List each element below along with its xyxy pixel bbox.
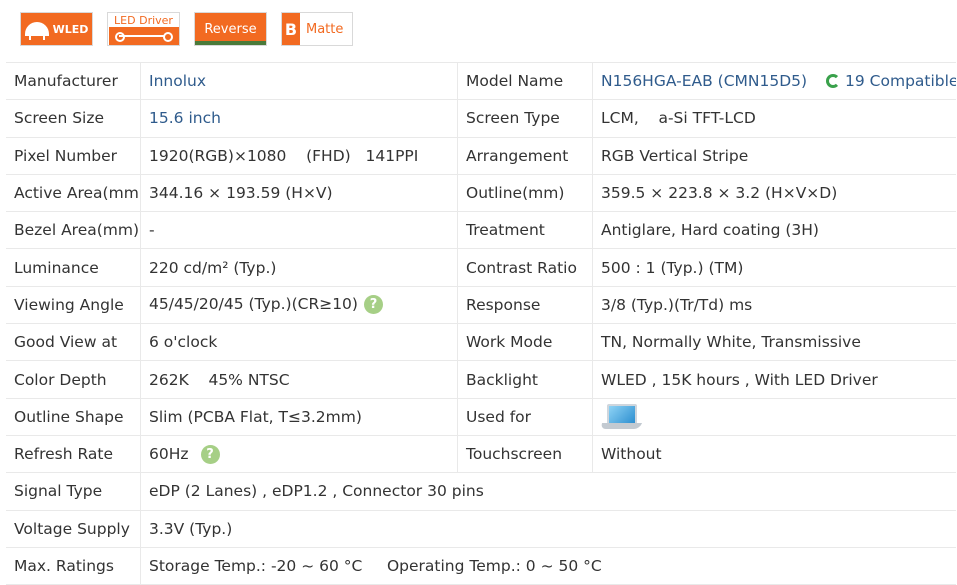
- spec-label: Color Depth: [6, 360, 141, 399]
- spec-label: Used for: [457, 398, 593, 436]
- spec-label: Outline Shape: [6, 398, 141, 436]
- screen-size-link[interactable]: 15.6 inch: [140, 99, 458, 138]
- help-icon[interactable]: ?: [363, 295, 383, 315]
- spec-value: Without: [592, 435, 956, 474]
- spec-label: Backlight: [457, 360, 593, 399]
- spec-label: Treatment: [457, 211, 593, 250]
- feature-badges: WLED LED Driver Reverse B Matte: [20, 12, 353, 48]
- spec-value-cell: N156HGA-EAB (CMN15D5) 19 Compatible: [592, 61, 956, 101]
- spec-value: -: [140, 211, 458, 250]
- spec-value: TN, Normally White, Transmissive: [592, 323, 956, 362]
- circuit-icon: [108, 26, 179, 45]
- spec-value: WLED , 15K hours , With LED Driver: [592, 360, 956, 399]
- spec-value-cell: 45/45/20/45 (Typ.)(CR≥10)?: [140, 286, 458, 325]
- spec-label: Touchscreen: [457, 435, 593, 474]
- spec-value: 500 : 1 (Typ.) (TM): [592, 248, 956, 287]
- spec-value: 45/45/20/45 (Typ.)(CR≥10): [149, 295, 358, 314]
- spec-value: 3/8 (Typ.)(Tr/Td) ms: [592, 286, 956, 325]
- model-name-link[interactable]: N156HGA-EAB (CMN15D5): [601, 72, 807, 90]
- spec-label: Good View at: [6, 323, 141, 362]
- table-row: Manufacturer Innolux Model Name N156HGA-…: [6, 61, 956, 101]
- spec-label: Pixel Number: [6, 137, 141, 175]
- table-row: Outline Shape Slim (PCBA Flat, T≤3.2mm) …: [6, 398, 956, 436]
- spec-value: 220 cd/m² (Typ.): [140, 248, 458, 287]
- matte-badge: B Matte: [281, 12, 353, 46]
- help-icon[interactable]: ?: [200, 444, 220, 464]
- spec-value-cell: [592, 398, 956, 436]
- compatible-link[interactable]: 19 Compatible: [826, 72, 956, 90]
- spec-label: Bezel Area(mm): [6, 211, 141, 250]
- spec-label: Max. Ratings: [6, 547, 141, 585]
- spec-label: Active Area(mm): [6, 174, 141, 213]
- spec-label: Refresh Rate: [6, 435, 141, 474]
- reverse-badge-label: Reverse: [204, 21, 257, 37]
- spec-value-cell: 60Hz?: [140, 435, 458, 474]
- table-row: Active Area(mm) 344.16 × 193.59 (H×V) Ou…: [6, 174, 956, 213]
- table-row: Max. Ratings Storage Temp.: -20 ~ 60 °C …: [6, 547, 956, 585]
- spec-label: Response: [457, 286, 593, 325]
- reverse-badge: Reverse: [194, 12, 267, 46]
- table-row: Luminance 220 cd/m² (Typ.) Contrast Rati…: [6, 248, 956, 287]
- table-row: Signal Type eDP (2 Lanes) , eDP1.2 , Con…: [6, 472, 956, 511]
- spec-value: LCM, a-Si TFT-LCD: [592, 99, 956, 138]
- spec-label: Luminance: [6, 248, 141, 287]
- matte-badge-label: Matte: [306, 21, 344, 37]
- table-row: Color Depth 262K 45% NTSC Backlight WLED…: [6, 360, 956, 399]
- spec-label: Signal Type: [6, 472, 141, 511]
- led-driver-badge: LED Driver: [107, 12, 180, 46]
- matte-badge-letter: B: [282, 13, 300, 45]
- refresh-icon: [826, 74, 841, 89]
- spec-label: Contrast Ratio: [457, 248, 593, 287]
- laptop-icon: [599, 402, 643, 432]
- spec-table: Manufacturer Innolux Model Name N156HGA-…: [6, 61, 956, 585]
- spec-label: Voltage Supply: [6, 510, 141, 548]
- wled-badge: WLED: [20, 12, 93, 46]
- spec-value: Slim (PCBA Flat, T≤3.2mm): [140, 398, 458, 436]
- spec-label: Arrangement: [457, 137, 593, 175]
- spec-label: Screen Size: [6, 99, 141, 138]
- spec-label: Model Name: [457, 61, 593, 101]
- spec-value: 359.5 × 223.8 × 3.2 (H×V×D): [592, 174, 956, 213]
- spec-label: Viewing Angle: [6, 286, 141, 325]
- spec-label: Screen Type: [457, 99, 593, 138]
- spec-value: 1920(RGB)×1080 (FHD) 141PPI: [140, 137, 458, 175]
- spec-value: 3.3V (Typ.): [140, 510, 956, 548]
- spec-value: 344.16 × 193.59 (H×V): [140, 174, 458, 213]
- table-row: Refresh Rate 60Hz? Touchscreen Without: [6, 435, 956, 474]
- spec-value: 60Hz: [149, 444, 189, 463]
- spec-value: RGB Vertical Stripe: [592, 137, 956, 175]
- table-row: Voltage Supply 3.3V (Typ.): [6, 510, 956, 548]
- bulb-icon: [24, 22, 49, 40]
- wled-badge-label: WLED: [52, 22, 89, 36]
- spec-value: 262K 45% NTSC: [140, 360, 458, 399]
- spec-value: Storage Temp.: -20 ~ 60 °C Operating Tem…: [140, 547, 956, 585]
- table-row: Good View at 6 o'clock Work Mode TN, Nor…: [6, 323, 956, 362]
- led-driver-badge-label: LED Driver: [114, 13, 173, 27]
- spec-label: Work Mode: [457, 323, 593, 362]
- spec-value: eDP (2 Lanes) , eDP1.2 , Connector 30 pi…: [140, 472, 956, 511]
- table-row: Viewing Angle 45/45/20/45 (Typ.)(CR≥10)?…: [6, 286, 956, 325]
- spec-value: Antiglare, Hard coating (3H): [592, 211, 956, 250]
- table-row: Bezel Area(mm) - Treatment Antiglare, Ha…: [6, 211, 956, 250]
- manufacturer-link[interactable]: Innolux: [140, 61, 458, 101]
- spec-label: Manufacturer: [6, 61, 141, 101]
- spec-value: 6 o'clock: [140, 323, 458, 362]
- table-row: Pixel Number 1920(RGB)×1080 (FHD) 141PPI…: [6, 137, 956, 175]
- table-row: Screen Size 15.6 inch Screen Type LCM, a…: [6, 99, 956, 138]
- spec-label: Outline(mm): [457, 174, 593, 213]
- compatible-label: 19 Compatible: [845, 72, 956, 91]
